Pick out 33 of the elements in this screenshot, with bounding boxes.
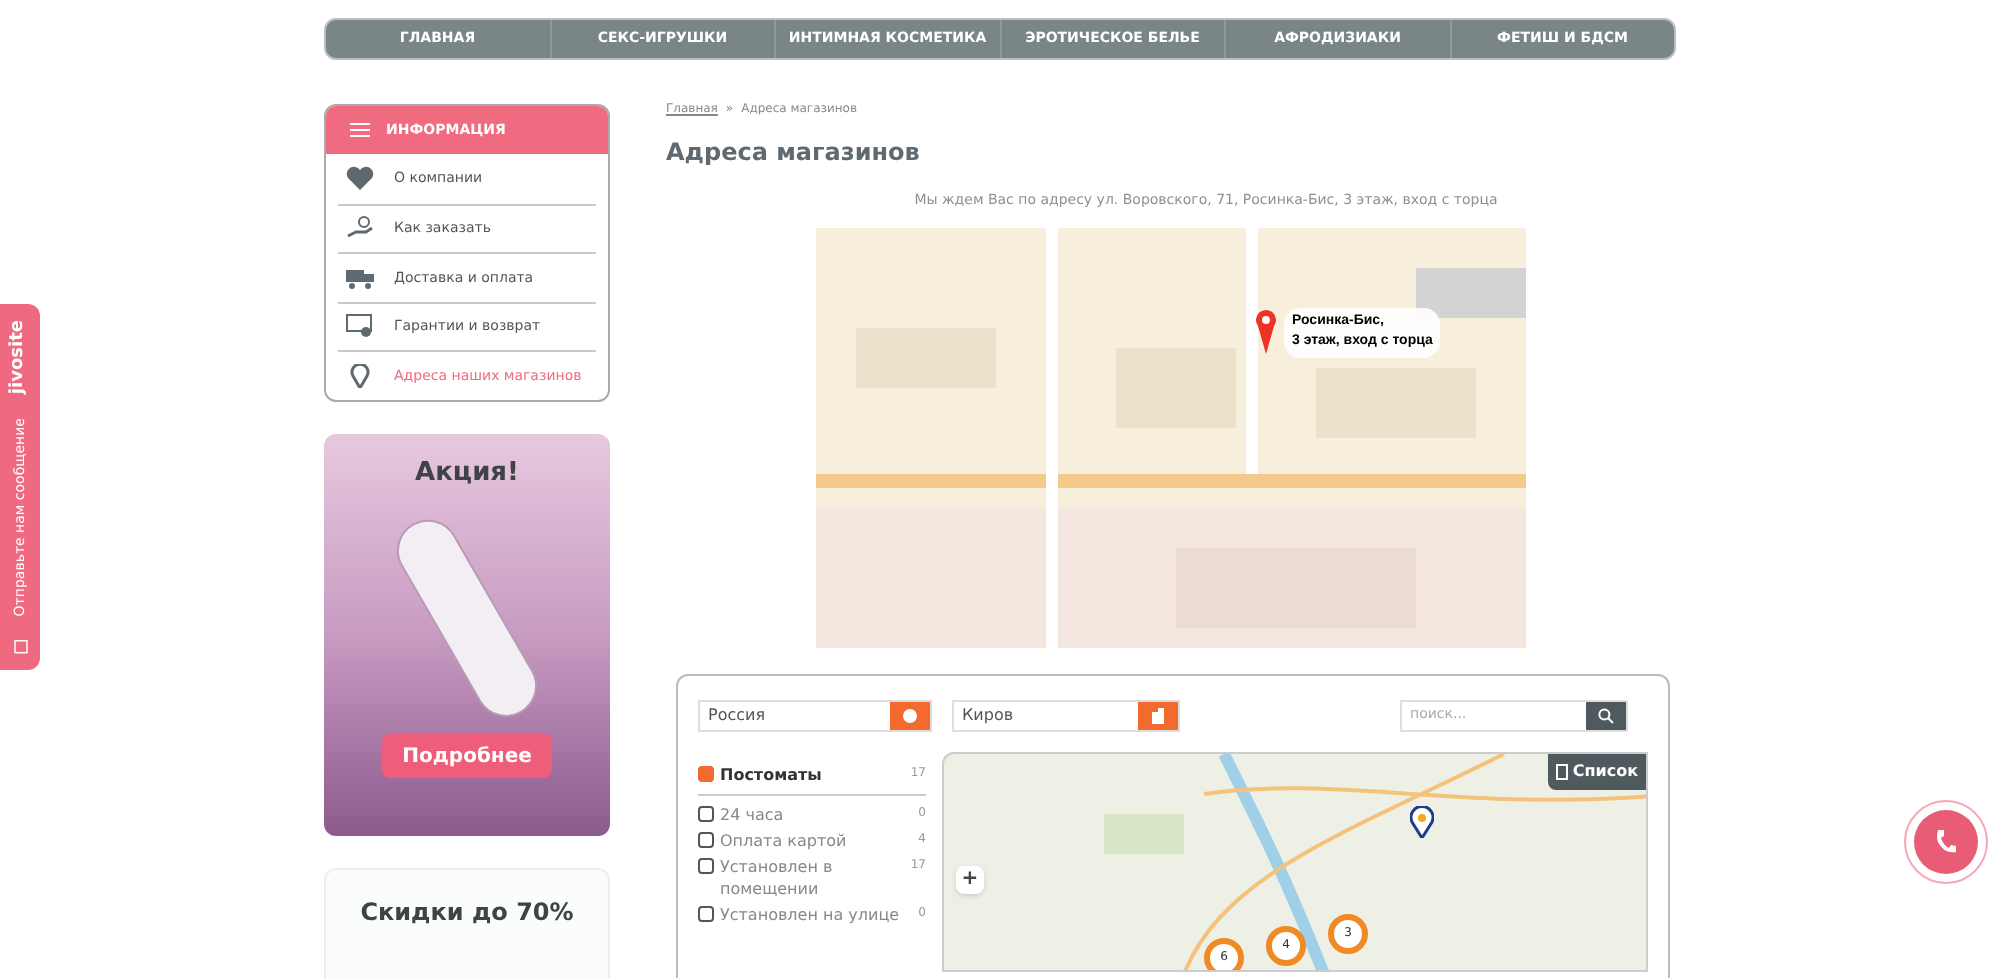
- filter-label: Установлен в помещении: [720, 855, 835, 899]
- filter-checkbox[interactable]: [698, 905, 714, 921]
- page-title: Адреса магазинов: [666, 136, 922, 170]
- building-icon: [1150, 707, 1166, 723]
- filter-label: Установлен на улице: [720, 903, 902, 925]
- country-field[interactable]: Россия: [698, 699, 932, 731]
- chat-brand: jivosite: [6, 320, 31, 395]
- city-field[interactable]: Киров: [952, 699, 1180, 731]
- phone-icon: [1934, 828, 1958, 856]
- document-icon: [1556, 763, 1569, 779]
- filter-label: 24 часа: [720, 803, 786, 825]
- search-button[interactable]: [1586, 701, 1626, 729]
- call-button[interactable]: [1904, 800, 1988, 884]
- map-marker-icon: [1410, 805, 1434, 837]
- city-input[interactable]: Киров: [954, 701, 1138, 729]
- discount-title: Скидки до 70%: [360, 895, 574, 929]
- filter-checkbox[interactable]: [698, 857, 714, 873]
- filter-label: Постоматы: [720, 763, 824, 785]
- list-button[interactable]: Список: [1548, 753, 1646, 789]
- map-pin-icon: [1256, 310, 1276, 354]
- filter-checkbox[interactable]: [698, 831, 714, 847]
- filter-label: Оплата картой: [720, 829, 849, 851]
- filter-checkbox[interactable]: [698, 765, 714, 781]
- heart-icon: [346, 166, 374, 191]
- filter-checkbox[interactable]: [698, 805, 714, 821]
- message-icon: [11, 640, 29, 654]
- truck-icon: [346, 265, 374, 290]
- promo-title: Акция!: [415, 455, 519, 491]
- country-input[interactable]: Россия: [700, 701, 890, 729]
- zoom-in-button[interactable]: +: [956, 865, 984, 893]
- location-pin-icon: [346, 363, 374, 388]
- list-icon: [350, 122, 370, 138]
- search-icon: [1598, 707, 1614, 723]
